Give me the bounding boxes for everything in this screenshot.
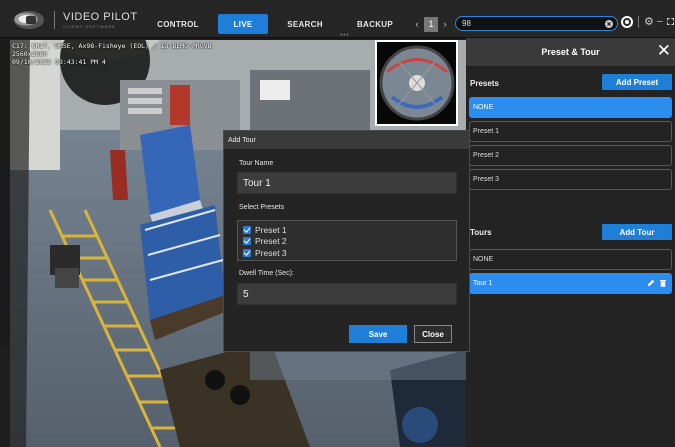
drag-handle-icon[interactable]: ••• bbox=[340, 33, 349, 39]
next-page-button[interactable]: › bbox=[440, 19, 450, 29]
minimize-icon[interactable]: – bbox=[657, 16, 663, 28]
close-button[interactable]: Close bbox=[414, 325, 452, 343]
tour-item-1[interactable]: Tour 1 bbox=[469, 273, 672, 294]
maximize-icon[interactable] bbox=[667, 18, 674, 25]
preset-option-label: Preset 1 bbox=[255, 224, 287, 235]
select-presets-label: Select Presets bbox=[239, 204, 285, 211]
save-button[interactable]: Save bbox=[349, 325, 407, 343]
preset-checkbox-row[interactable]: Preset 3 bbox=[243, 247, 451, 259]
checkbox-checked[interactable] bbox=[243, 225, 251, 234]
fisheye-preview-image bbox=[377, 42, 456, 124]
page-selector: ‹ 1 › bbox=[412, 14, 450, 34]
prev-page-button[interactable]: ‹ bbox=[412, 19, 422, 29]
trash-icon[interactable] bbox=[660, 279, 666, 287]
gear-icon[interactable]: ⚙ bbox=[644, 16, 654, 28]
preset-option-label: Preset 2 bbox=[255, 236, 287, 247]
tour-name-input[interactable] bbox=[237, 172, 457, 194]
presets-heading: Presets bbox=[470, 79, 499, 88]
app-logo: VIDEO PILOT CLIENT SOFTWARE bbox=[14, 10, 138, 30]
dwell-time-label: Dwell Time (Sec): bbox=[239, 270, 294, 277]
camera-timestamp: 09/10/2025 03:43:41 PM 4 bbox=[12, 58, 106, 66]
dialog-title-bar[interactable]: Add Tour bbox=[224, 131, 469, 149]
preset-checkbox-row[interactable]: Preset 2 bbox=[243, 236, 451, 248]
logo-icon bbox=[14, 11, 44, 29]
panel-title: Preset & Tour bbox=[541, 47, 600, 57]
target-icon[interactable] bbox=[621, 16, 633, 28]
preset-item-1[interactable]: Preset 1 bbox=[469, 121, 672, 142]
add-preset-button[interactable]: Add Preset bbox=[602, 74, 672, 90]
preset-item-2[interactable]: Preset 2 bbox=[469, 145, 672, 166]
close-icon[interactable]: ✕ bbox=[657, 41, 671, 61]
preset-checklist: Preset 1 Preset 2 Preset 3 bbox=[237, 220, 457, 261]
toolbar-divider bbox=[638, 16, 639, 28]
camera-resolution: 2560x2560 bbox=[12, 50, 48, 58]
preset-item-3[interactable]: Preset 3 bbox=[469, 169, 672, 190]
tour-name-label: Tour Name bbox=[239, 160, 274, 167]
nav-live[interactable]: LIVE bbox=[218, 14, 268, 34]
close-circle-icon[interactable] bbox=[605, 20, 613, 28]
dialog-title: Add Tour bbox=[228, 136, 256, 144]
fisheye-thumbnail[interactable] bbox=[375, 40, 458, 126]
app-name: VIDEO PILOT bbox=[63, 10, 138, 23]
nav-backup[interactable]: BACKUP bbox=[350, 14, 400, 34]
preset-item-none[interactable]: NONE bbox=[469, 97, 672, 118]
nav-control[interactable]: CONTROL bbox=[148, 14, 208, 34]
camera-search bbox=[455, 16, 618, 31]
nav-search[interactable]: SEARCH bbox=[282, 14, 328, 34]
checkbox-checked[interactable] bbox=[243, 248, 251, 257]
preset-option-label: Preset 3 bbox=[255, 247, 287, 258]
checkbox-checked[interactable] bbox=[243, 237, 251, 246]
add-tour-button[interactable]: Add Tour bbox=[602, 224, 672, 240]
logo-divider bbox=[54, 11, 55, 29]
app-subtitle: CLIENT SOFTWARE bbox=[63, 23, 116, 29]
camera-overlay-info: C17: CH17, WHSE, Ax98-Fisheye (EOL) / I3… bbox=[12, 42, 212, 66]
camera-name: C17: CH17, WHSE, Ax98-Fisheye (EOL) / I3… bbox=[12, 42, 212, 50]
top-bar: VIDEO PILOT CLIENT SOFTWARE CONTROL LIVE… bbox=[0, 0, 675, 39]
current-page[interactable]: 1 bbox=[424, 16, 438, 32]
tour-item-none[interactable]: NONE bbox=[469, 249, 672, 270]
pencil-icon[interactable] bbox=[647, 279, 655, 287]
tour-row-actions bbox=[647, 279, 666, 287]
tours-heading: Tours bbox=[470, 228, 492, 237]
dwell-time-input[interactable] bbox=[237, 283, 457, 305]
add-tour-dialog: Add Tour Tour Name Select Presets Preset… bbox=[223, 130, 470, 352]
camera-search-input[interactable] bbox=[462, 19, 602, 28]
preset-tour-panel: Preset & Tour ✕ Presets Add Preset NONE … bbox=[466, 38, 675, 447]
preset-checkbox-row[interactable]: Preset 1 bbox=[243, 224, 451, 236]
panel-header: Preset & Tour ✕ bbox=[466, 38, 675, 66]
